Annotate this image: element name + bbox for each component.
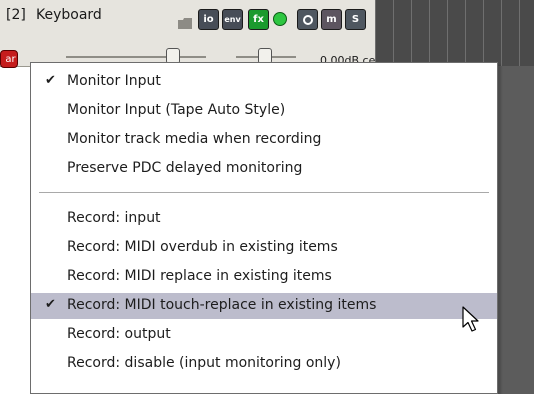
menu-item-label: Preserve PDC delayed monitoring bbox=[67, 160, 303, 176]
phase-button[interactable] bbox=[297, 9, 318, 30]
menu-item-record-input[interactable]: Record: input bbox=[31, 206, 497, 232]
menu-item-label: Record: MIDI overdub in existing items bbox=[67, 239, 338, 255]
folder-icon[interactable] bbox=[178, 14, 192, 29]
menu-item-record-midi-overdub[interactable]: Record: MIDI overdub in existing items bbox=[31, 235, 497, 261]
menu-item-label: Record: MIDI touch-replace in existing i… bbox=[67, 297, 377, 313]
menu-item-record-midi-replace[interactable]: Record: MIDI replace in existing items bbox=[31, 264, 497, 290]
phase-ring-icon bbox=[302, 14, 313, 25]
track-name[interactable]: Keyboard bbox=[36, 7, 102, 23]
checkmark-icon: ✔ bbox=[45, 297, 56, 312]
menu-item-record-disable[interactable]: Record: disable (input monitoring only) bbox=[31, 351, 497, 377]
menu-item-monitor-track-media[interactable]: Monitor track media when recording bbox=[31, 127, 497, 153]
envelope-button[interactable]: env bbox=[222, 9, 243, 30]
menu-item-label: Monitor Input bbox=[67, 73, 161, 89]
menu-item-label: Record: disable (input monitoring only) bbox=[67, 355, 341, 371]
menu-item-label: Record: output bbox=[67, 326, 171, 342]
solo-button[interactable]: S bbox=[345, 9, 366, 30]
menu-item-preserve-pdc[interactable]: Preserve PDC delayed monitoring bbox=[31, 156, 497, 182]
menu-separator bbox=[39, 192, 489, 193]
menu-item-label: Record: MIDI replace in existing items bbox=[67, 268, 332, 284]
mouse-pointer-icon bbox=[462, 306, 484, 334]
track-number: [2] bbox=[6, 7, 26, 23]
menu-item-label: Monitor track media when recording bbox=[67, 131, 322, 147]
record-arm-button[interactable]: ar bbox=[0, 50, 18, 68]
menu-item-monitor-input-tape-auto[interactable]: Monitor Input (Tape Auto Style) bbox=[31, 98, 497, 124]
fx-button[interactable]: fx bbox=[248, 9, 269, 30]
menu-item-record-output[interactable]: Record: output bbox=[31, 322, 497, 348]
io-button[interactable]: io bbox=[198, 9, 219, 30]
record-monitoring-context-menu: ✔ Monitor Input Monitor Input (Tape Auto… bbox=[30, 62, 498, 394]
menu-item-record-midi-touch-replace[interactable]: ✔ Record: MIDI touch-replace in existing… bbox=[31, 293, 497, 319]
monitor-led-icon[interactable] bbox=[273, 12, 287, 26]
arrange-grid bbox=[375, 0, 534, 66]
volume-slider-track[interactable] bbox=[66, 56, 206, 58]
menu-item-monitor-input[interactable]: ✔ Monitor Input bbox=[31, 69, 497, 95]
menu-item-label: Monitor Input (Tape Auto Style) bbox=[67, 102, 286, 118]
menu-item-label: Record: input bbox=[67, 210, 161, 226]
mute-button[interactable]: m bbox=[321, 9, 342, 30]
checkmark-icon: ✔ bbox=[45, 73, 56, 88]
